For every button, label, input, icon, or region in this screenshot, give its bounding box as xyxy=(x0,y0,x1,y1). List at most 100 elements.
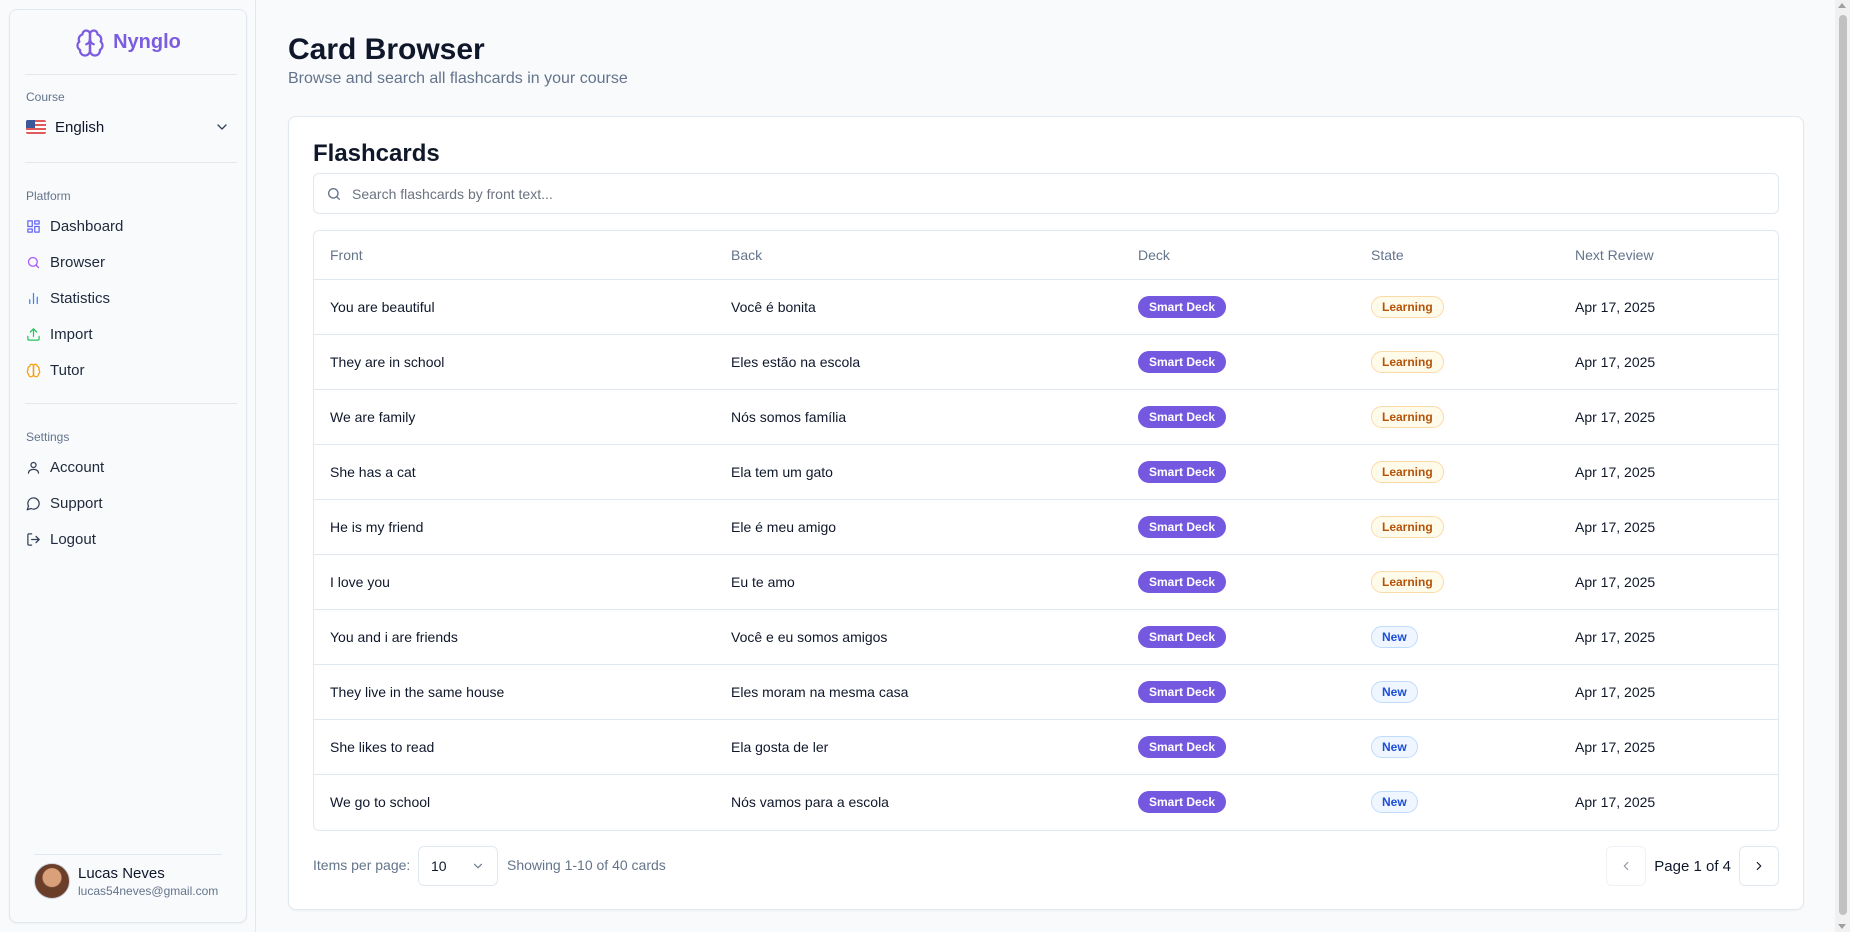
divider xyxy=(34,854,222,855)
scroll-up-arrow-icon[interactable] xyxy=(1838,3,1846,8)
table-row[interactable]: I love you Eu te amo Smart Deck Learning Apr… xyxy=(314,554,1778,610)
cell-state: New xyxy=(1355,664,1559,720)
cell-state: Learning xyxy=(1355,279,1559,335)
search-input[interactable] xyxy=(352,185,1752,202)
divider xyxy=(25,74,237,75)
column-header-next-review[interactable]: Next Review xyxy=(1559,231,1778,280)
deck-badge: Smart Deck xyxy=(1138,350,1227,373)
cell-front: We are family xyxy=(314,389,715,445)
brand[interactable]: Nynglo xyxy=(10,10,246,75)
cell-deck: Smart Deck xyxy=(1122,609,1355,665)
brain-icon xyxy=(26,363,41,377)
cell-front: I love you xyxy=(314,554,715,610)
deck-badge: Smart Deck xyxy=(1138,735,1227,758)
state-badge: Learning xyxy=(1371,460,1444,483)
cell-front: She has a cat xyxy=(314,444,715,500)
sidebar-item-label: Statistics xyxy=(50,289,111,307)
divider xyxy=(25,403,237,404)
column-header-deck[interactable]: Deck xyxy=(1122,231,1355,280)
state-badge: Learning xyxy=(1371,350,1444,373)
sidebar-item-label: Import xyxy=(50,325,93,343)
card-title: Flashcards xyxy=(313,140,440,167)
deck-badge: Smart Deck xyxy=(1138,295,1227,318)
dashboard-icon xyxy=(27,219,40,233)
column-header-back[interactable]: Back xyxy=(715,231,1122,280)
cell-front: We go to school xyxy=(330,793,431,810)
cell-back: Ela gosta de ler xyxy=(715,719,1122,775)
deck-badge: Smart Deck xyxy=(1138,405,1227,428)
cell-state: Learning xyxy=(1355,334,1559,390)
cell-back: Você é bonita xyxy=(715,279,1122,335)
table-row[interactable]: They are in school Eles estão na escola Sm… xyxy=(314,334,1778,390)
cell-deck: Smart Deck xyxy=(1122,664,1355,720)
table-row[interactable]: We go to school Nós vamos para a escola Sm… xyxy=(314,774,1778,829)
cell-deck: Smart Deck xyxy=(1122,279,1355,335)
cell-next-review: Apr 17, 2025 xyxy=(1559,334,1778,390)
sidebar-item-label: Support xyxy=(50,494,103,512)
previous-page-button[interactable] xyxy=(1606,846,1647,886)
table-header-row: Front Back Deck State Next Review xyxy=(314,231,1778,280)
course-section-label: Course xyxy=(26,90,65,104)
cell-deck: Smart Deck xyxy=(1122,499,1355,555)
page-scrollbar[interactable] xyxy=(1835,0,1850,932)
cell-deck: Smart Deck xyxy=(1122,774,1355,829)
sidebar-item-import[interactable]: Import xyxy=(26,320,230,348)
items-per-page-value: 10 xyxy=(431,858,447,874)
cell-next-review: Apr 17, 2025 xyxy=(1559,444,1778,500)
pager: Page 1 of 4 xyxy=(1606,846,1779,886)
sidebar-item-tutor[interactable]: Tutor xyxy=(26,356,230,384)
table-row[interactable]: You and i are friends Você e eu somos ami… xyxy=(314,609,1778,665)
search-bar[interactable] xyxy=(313,173,1779,214)
state-badge: New xyxy=(1371,790,1418,813)
deck-badge: Smart Deck xyxy=(1138,460,1227,483)
table-row[interactable]: She likes to read Ela gosta de ler Smart D… xyxy=(314,719,1778,775)
cell-state: New xyxy=(1355,609,1559,665)
cell-state: Learning xyxy=(1355,389,1559,445)
table-row[interactable]: They live in the same house Eles moram na… xyxy=(314,664,1778,720)
chevron-down-icon xyxy=(473,863,483,869)
cell-back: Eu te amo xyxy=(715,554,1122,610)
cell-next-review: Apr 17, 2025 xyxy=(1559,664,1778,720)
sidebar-item-browser[interactable]: Browser xyxy=(26,248,230,276)
chevron-left-icon xyxy=(1623,861,1629,871)
column-header-state[interactable]: State xyxy=(1355,231,1559,280)
table-row[interactable]: We are family Nós somos família Smart Deck… xyxy=(314,389,1778,445)
cell-back: Ela tem um gato xyxy=(715,444,1122,500)
sidebar-item-statistics[interactable]: Statistics xyxy=(26,284,230,312)
scrollbar-thumb[interactable] xyxy=(1839,15,1847,915)
table-row[interactable]: You are beautiful Você é bonita Smart Deck… xyxy=(314,279,1778,335)
cell-front: You and i are friends xyxy=(314,609,715,665)
cell-next-review: Apr 17, 2025 xyxy=(1559,609,1778,665)
cell-next-review: Apr 17, 2025 xyxy=(1559,554,1778,610)
table-row[interactable]: He is my friend Ele é meu amigo Smart Deck… xyxy=(314,499,1778,555)
cell-next-review: Apr 17, 2025 xyxy=(1559,499,1778,555)
cell-deck: Smart Deck xyxy=(1122,719,1355,775)
items-per-page-select[interactable]: 10 xyxy=(418,846,498,886)
table-row[interactable]: She has a cat Ela tem um gato Smart Deck Le… xyxy=(314,444,1778,500)
sidebar-item-account[interactable]: Account xyxy=(26,453,230,481)
deck-badge: Smart Deck xyxy=(1138,790,1227,813)
state-badge: New xyxy=(1371,625,1418,648)
sidebar-container: Nynglo Course English Platform Dashboard… xyxy=(0,0,256,932)
settings-section-label: Settings xyxy=(26,430,70,444)
platform-section-label: Platform xyxy=(26,189,71,203)
cell-back: Nós somos família xyxy=(715,389,1122,445)
sidebar: Nynglo Course English Platform Dashboard… xyxy=(9,9,247,923)
sidebar-item-logout[interactable]: Logout xyxy=(26,525,230,553)
column-header-front[interactable]: Front xyxy=(314,231,715,280)
scroll-down-arrow-icon[interactable] xyxy=(1838,924,1846,929)
cell-next-review: Apr 17, 2025 xyxy=(1559,719,1778,775)
state-badge: New xyxy=(1371,735,1418,758)
cell-back: Você e eu somos amigos xyxy=(715,609,1122,665)
sidebar-item-support[interactable]: Support xyxy=(26,489,230,517)
state-badge: Learning xyxy=(1371,515,1444,538)
cell-deck: Smart Deck xyxy=(1122,554,1355,610)
course-select[interactable]: English xyxy=(26,112,230,142)
chevron-down-icon xyxy=(217,124,227,130)
next-page-button[interactable] xyxy=(1739,846,1779,886)
flashcards-table: Front Back Deck State Next Review You ar… xyxy=(313,230,1779,831)
sidebar-item-dashboard[interactable]: Dashboard xyxy=(26,212,230,240)
cell-next-review: Apr 17, 2025 xyxy=(1559,279,1778,335)
cell-deck: Smart Deck xyxy=(1122,444,1355,500)
user-profile[interactable]: Lucas Neves lucas54neves@gmail.com xyxy=(34,863,218,899)
